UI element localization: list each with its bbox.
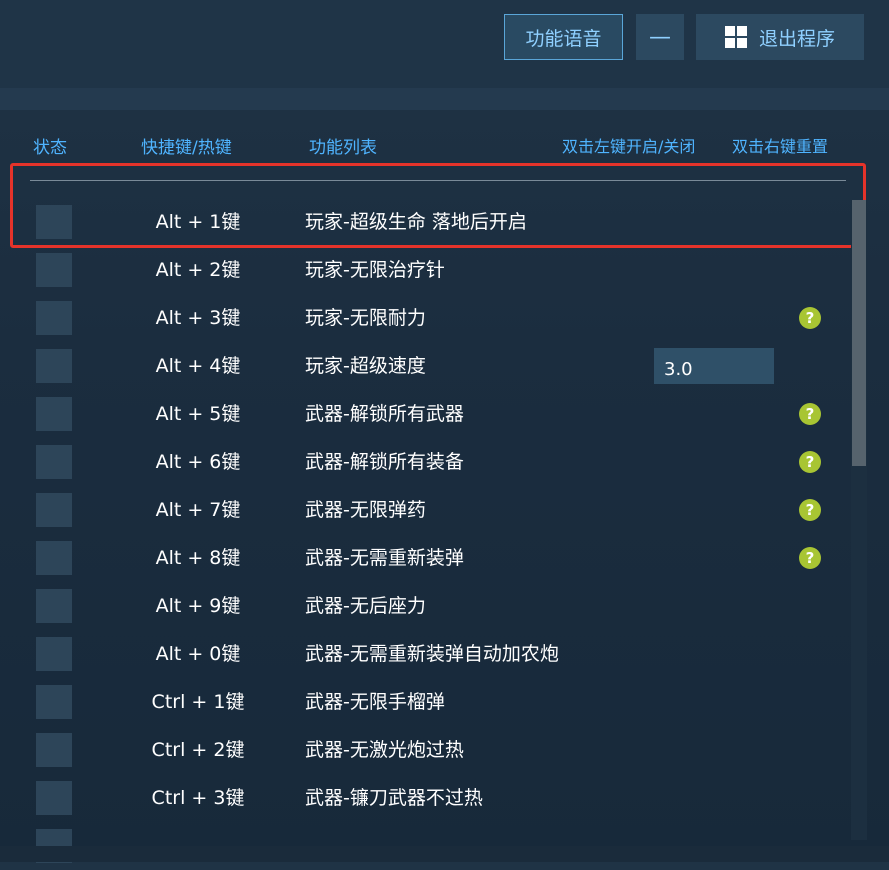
status-indicator[interactable] — [36, 781, 72, 815]
bottom-strip — [0, 846, 889, 862]
hotkey-label: Alt + 4键 — [155, 355, 241, 377]
function-label: 武器-镰刀武器不过热 — [305, 787, 483, 809]
list-item[interactable]: Ctrl + 1键 武器-无限手榴弹 — [0, 678, 889, 726]
function-label: 武器-解锁所有装备 — [305, 451, 464, 473]
status-indicator[interactable] — [36, 301, 72, 335]
speed-value-input[interactable] — [654, 348, 774, 384]
list-item[interactable]: Alt + 7键 武器-无限弹药 ? — [0, 486, 889, 534]
hotkey-label: Alt + 3键 — [155, 307, 241, 329]
column-header-function: 功能列表 — [309, 138, 377, 158]
highlight-box — [10, 163, 866, 248]
list-item[interactable]: Ctrl + 3键 武器-镰刀武器不过热 — [0, 774, 889, 822]
function-label: 武器-解锁所有武器 — [305, 403, 464, 425]
column-header-double-left: 双击左键开启/关闭 — [562, 137, 696, 156]
hotkey-label: Alt + 0键 — [155, 643, 241, 665]
function-label: 玩家-超级速度 — [305, 355, 426, 377]
list-item[interactable]: Alt + 0键 武器-无需重新装弹自动加农炮 — [0, 630, 889, 678]
scrollbar-thumb[interactable] — [852, 200, 866, 466]
list-item[interactable]: Alt + 3键 玩家-无限耐力 ? — [0, 294, 889, 342]
hotkey-label: Alt + 6键 — [155, 451, 241, 473]
status-indicator[interactable] — [36, 637, 72, 671]
function-label: 武器-无需重新装弹自动加农炮 — [305, 643, 559, 665]
help-icon[interactable]: ? — [799, 307, 821, 329]
status-indicator[interactable] — [36, 589, 72, 623]
hotkey-label: Alt + 7键 — [155, 499, 241, 521]
function-label: 武器-无激光炮过热 — [305, 739, 464, 761]
status-indicator[interactable] — [36, 349, 72, 383]
status-indicator[interactable] — [36, 253, 72, 287]
help-icon[interactable]: ? — [799, 451, 821, 473]
list-item[interactable]: Ctrl + 2键 武器-无激光炮过热 — [0, 726, 889, 774]
list-item[interactable]: Alt + 6键 武器-解锁所有装备 ? — [0, 438, 889, 486]
status-indicator[interactable] — [36, 397, 72, 431]
windows-icon — [724, 26, 747, 48]
status-indicator[interactable] — [36, 493, 72, 527]
list-item[interactable]: Alt + 2键 玩家-无限治疗针 — [0, 246, 889, 294]
list-item[interactable]: Alt + 5键 武器-解锁所有武器 ? — [0, 390, 889, 438]
hotkey-label: Alt + 2键 — [155, 259, 241, 281]
status-indicator[interactable] — [36, 541, 72, 575]
exit-button[interactable]: 退出程序 — [696, 14, 864, 60]
list-item[interactable]: Alt + 4键 玩家-超级速度 — [0, 342, 889, 390]
help-icon[interactable]: ? — [799, 499, 821, 521]
status-indicator[interactable] — [36, 733, 72, 767]
hotkey-label: Alt + 5键 — [155, 403, 241, 425]
minimize-button-label: — — [649, 24, 671, 50]
minimize-button[interactable]: — — [636, 14, 684, 60]
status-indicator[interactable] — [36, 685, 72, 719]
voice-button-label: 功能语音 — [525, 27, 602, 50]
help-icon[interactable]: ? — [799, 403, 821, 425]
function-label: 玩家-无限治疗针 — [305, 259, 445, 281]
function-label: 武器-无限手榴弹 — [305, 691, 445, 713]
function-label: 玩家-无限耐力 — [305, 307, 426, 329]
voice-button[interactable]: 功能语音 — [504, 14, 623, 60]
function-label: 武器-无后座力 — [305, 595, 426, 617]
help-icon[interactable]: ? — [799, 547, 821, 569]
exit-button-label: 退出程序 — [758, 27, 835, 50]
function-label: 武器-无限弹药 — [305, 499, 426, 521]
column-header-double-right: 双击右键重置 — [732, 137, 829, 156]
header-band — [0, 88, 889, 110]
list-item[interactable]: Alt + 9键 武器-无后座力 — [0, 582, 889, 630]
hotkey-label: Alt + 8键 — [155, 547, 241, 569]
status-indicator[interactable] — [36, 445, 72, 479]
hotkey-label: Ctrl + 1键 — [151, 691, 245, 713]
list-item[interactable]: Alt + 8键 武器-无需重新装弹 ? — [0, 534, 889, 582]
function-label: 武器-无需重新装弹 — [305, 547, 464, 569]
column-header-status: 状态 — [33, 138, 67, 158]
column-header-hotkey: 快捷键/热键 — [141, 138, 232, 158]
hotkey-label: Alt + 9键 — [155, 595, 241, 617]
hotkey-label: Ctrl + 3键 — [151, 787, 245, 809]
hotkey-label: Ctrl + 2键 — [151, 739, 245, 761]
